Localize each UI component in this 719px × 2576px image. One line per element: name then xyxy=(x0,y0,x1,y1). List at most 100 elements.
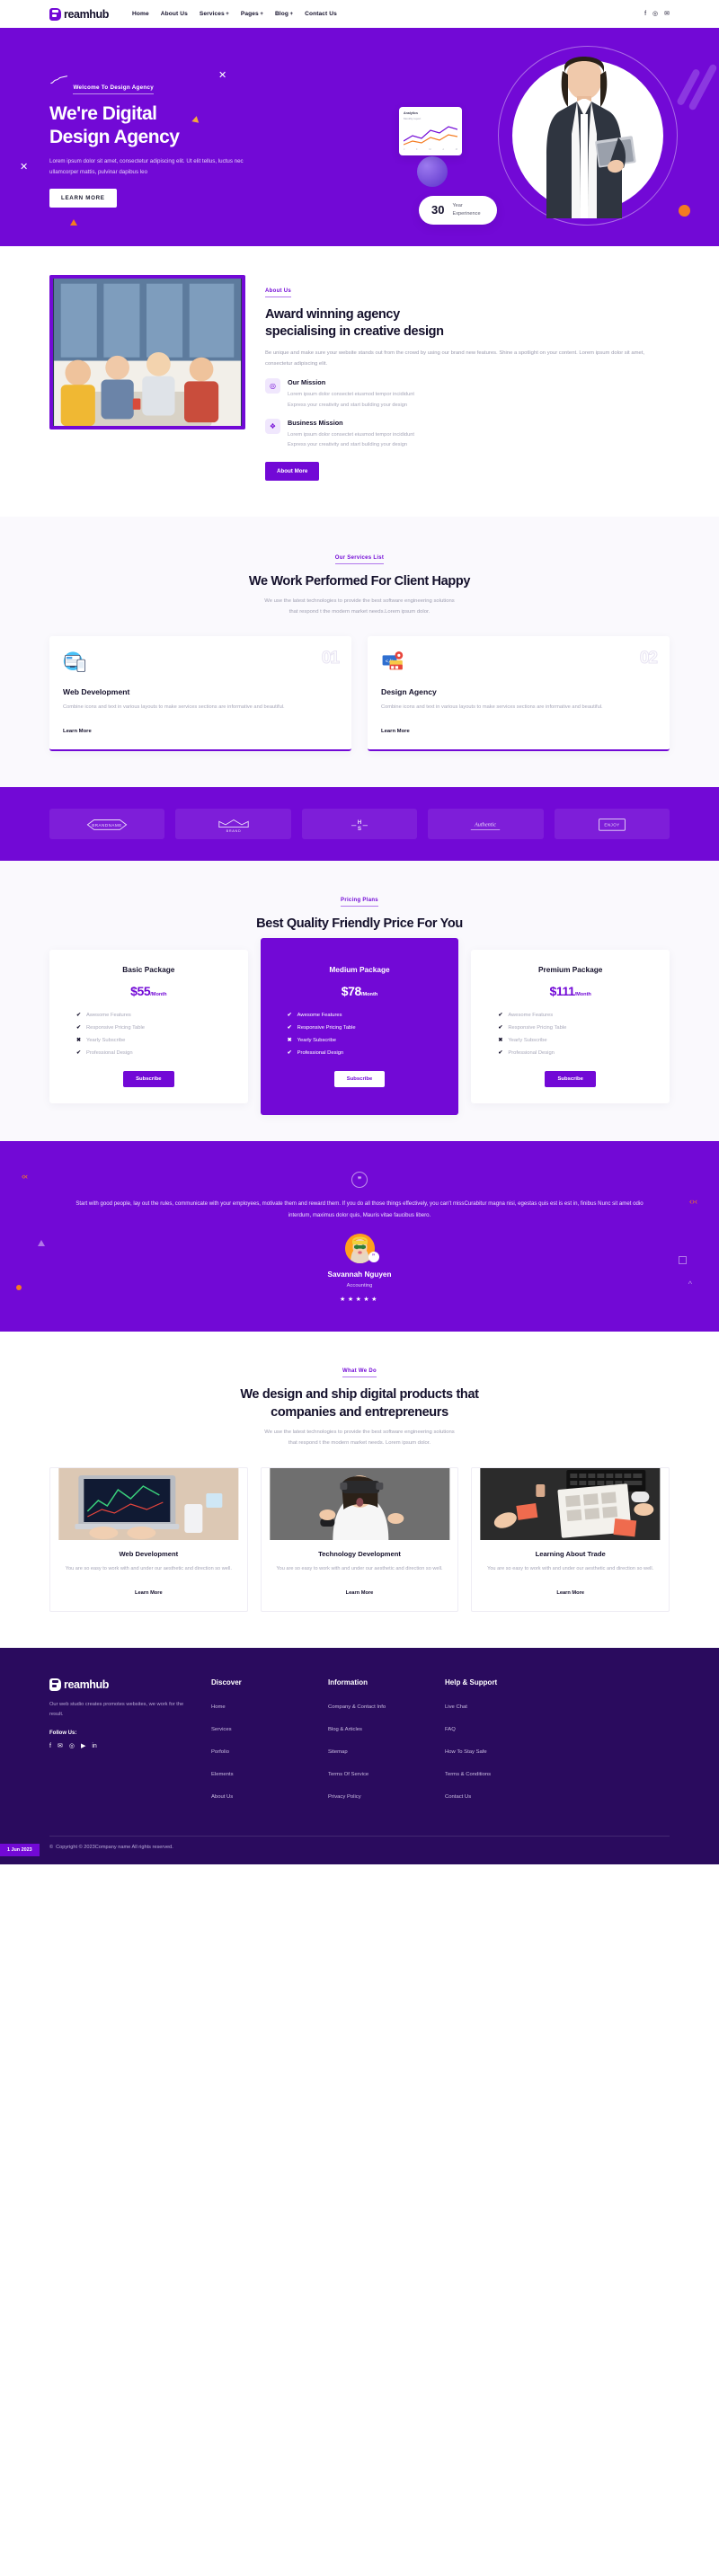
footer-link[interactable]: Live Chat xyxy=(445,1704,467,1710)
plan-feature: ✖ Yearly Subscribe xyxy=(76,1037,126,1044)
plan-amount: 78 xyxy=(348,984,361,999)
brand-logo[interactable]: reamhub xyxy=(49,7,109,21)
facebook-icon[interactable]: f xyxy=(49,1743,51,1749)
footer-link[interactable]: Sitemap xyxy=(328,1749,348,1755)
linkedin-icon[interactable]: in xyxy=(92,1743,96,1749)
blog-thumbnail-learning-about-trade xyxy=(472,1467,669,1540)
blog-sub-line-2: that respond t the modern market needs. … xyxy=(288,1440,431,1447)
footer-link[interactable]: FAQ xyxy=(445,1727,456,1732)
plan-currency: $ xyxy=(549,984,557,999)
twitter-icon[interactable]: ✉ xyxy=(664,11,670,17)
subscribe-button[interactable]: Subscribe xyxy=(123,1071,174,1088)
testimonial-author-name: Savannah Nguyen xyxy=(327,1270,392,1279)
footer-link-item: Company & Contact Info xyxy=(328,1696,418,1713)
footer-link[interactable]: Services xyxy=(211,1727,232,1732)
pricing-section: Pricing Plans Best Quality Friendly Pric… xyxy=(0,861,719,1142)
footer-description: Our web studio creates promotes websites… xyxy=(49,1701,184,1718)
blog-learn-more-link[interactable]: Learn More xyxy=(556,1590,584,1596)
footer-link[interactable]: Porfolio xyxy=(211,1749,229,1755)
nav-item-about-us[interactable]: About Us xyxy=(161,11,188,17)
footer-link-item: Terms & Conditions xyxy=(445,1764,535,1780)
footer-column-heading: Discover xyxy=(211,1677,242,1686)
brand-monogram-icon: H S xyxy=(351,819,368,832)
footer-link[interactable]: Elements xyxy=(211,1772,234,1777)
plan-price: $111/Month xyxy=(485,984,655,1000)
nav-item-home[interactable]: Home xyxy=(132,11,149,17)
footer-link[interactable]: Company & Contact Info xyxy=(328,1704,386,1710)
brand-name: reamhub xyxy=(64,7,109,21)
blog-learn-more-link[interactable]: Learn More xyxy=(135,1590,163,1596)
footer-column-heading: Help & Support xyxy=(445,1677,498,1686)
blog-card[interactable]: 1 Jun 2023 Technology Development You ar… xyxy=(0,1466,459,1856)
blog-thumbnail-technology-development xyxy=(262,1467,458,1540)
copyright-text: © Copyright © 2023Company name All right… xyxy=(49,1845,670,1850)
brand-crown-icon: BRAND xyxy=(217,819,249,833)
subscribe-button[interactable]: Subscribe xyxy=(333,1071,386,1088)
learn-more-button[interactable]: LEARN MORE xyxy=(49,189,117,208)
footer-brand-logo[interactable]: reamhub xyxy=(49,1677,184,1691)
testimonial-section: ‹›‹ ‹›‹ ^ ” Start with good people, lay … xyxy=(0,1141,719,1332)
footer-column-heading: Information xyxy=(328,1677,368,1686)
about-heading-line-2: specialising in creative design xyxy=(265,324,444,340)
mission-desc-line-1: Lorem ipsum dolor consectet eiusmod temp… xyxy=(288,392,414,398)
service-card[interactable]: 02 </> Design Agency Combine icons and t… xyxy=(368,636,670,752)
footer-link-item: About Us xyxy=(211,1786,301,1802)
service-learn-more-link[interactable]: Learn More xyxy=(381,729,410,734)
nav-item-contact-us[interactable]: Contact Us xyxy=(305,11,337,17)
hero-visual: 30 Year Experinence Analytics Monthly re… xyxy=(399,28,701,246)
squiggle-icon xyxy=(50,75,68,84)
brand-logo-item[interactable]: ENJOY xyxy=(554,809,670,840)
footer-link[interactable]: Terms Of Service xyxy=(328,1772,368,1777)
footer-link[interactable]: Privacy Policy xyxy=(328,1794,361,1800)
hero-kicker: Welcome To Design Agency xyxy=(73,84,154,94)
footer-link[interactable]: About Us xyxy=(211,1794,233,1800)
mission-description: Lorem ipsum dolor consectet eiusmod temp… xyxy=(288,430,414,450)
youtube-icon[interactable]: ▶ xyxy=(81,1743,85,1749)
brand-logo-item[interactable]: H S xyxy=(301,809,418,840)
footer-link-item: How To Stay Safe xyxy=(445,1741,535,1757)
subscribe-button[interactable]: Subscribe xyxy=(545,1071,596,1088)
about-more-button[interactable]: About More xyxy=(265,461,320,481)
footer-link[interactable]: Home xyxy=(211,1704,226,1710)
avatar-quote-badge: ” xyxy=(368,1252,379,1263)
twitter-icon[interactable]: ✉ xyxy=(58,1743,63,1749)
blog-card[interactable]: 1 Jun 2023 Learning About Trade You are … xyxy=(0,1466,670,1856)
brand-script-icon: Authentic xyxy=(471,821,501,830)
footer-divider xyxy=(49,1835,670,1837)
rating-stars: ★★★★★ xyxy=(340,1297,379,1304)
plus-icon: + xyxy=(289,11,294,17)
footer-link[interactable]: Terms & Conditions xyxy=(445,1772,491,1777)
cross-icon: ✖ xyxy=(76,1038,82,1044)
blog-card-description: You are so easy to work with and under o… xyxy=(276,1565,443,1571)
footer-link[interactable]: Blog & Articles xyxy=(328,1727,362,1732)
blog-card[interactable]: 1 Jun 2023 Web Development You are so ea… xyxy=(0,1466,248,1856)
blog-learn-more-link[interactable]: Learn More xyxy=(346,1590,374,1596)
nav-item-pages[interactable]: Pages + xyxy=(241,11,263,17)
footer-link-item: Elements xyxy=(211,1764,301,1780)
mission-item-business-mission: ❖ Business Mission Lorem ipsum dolor con… xyxy=(265,418,670,450)
service-card[interactable]: 01 Web Development Combine icons and tex… xyxy=(49,636,351,752)
hero-description: Lorem ipsum dolor sit amet, consectetur … xyxy=(49,158,244,175)
footer-link[interactable]: Contact Us xyxy=(445,1794,471,1800)
footer-link[interactable]: How To Stay Safe xyxy=(445,1749,487,1755)
instagram-icon[interactable]: ◎ xyxy=(652,11,658,17)
brand-logo-item[interactable]: BRAND xyxy=(175,809,291,840)
plus-icon: + xyxy=(260,11,263,17)
service-learn-more-link[interactable]: Learn More xyxy=(63,729,92,734)
nav-item-services[interactable]: Services + xyxy=(200,11,229,17)
plan-feature: ✔ Awesome Features xyxy=(76,1012,131,1019)
services-heading: We Work Performed For Client Happy xyxy=(248,573,471,589)
testimonial-text: Start with good people, lay out the rule… xyxy=(75,1200,644,1219)
analytics-card-subtitle: Monthly report xyxy=(404,117,422,120)
brand-logo-item[interactable]: BRANDNAME xyxy=(49,809,165,840)
plan-features: ✔ Awesome Features ✔ Responsive Pricing Ta… xyxy=(275,1012,445,1057)
brand-logo-item[interactable]: Authentic xyxy=(428,809,544,840)
instagram-icon[interactable]: ◎ xyxy=(69,1743,75,1749)
check-icon: ✔ xyxy=(287,1013,292,1019)
nav-item-blog[interactable]: Blog + xyxy=(275,11,293,17)
about-team-photo xyxy=(49,275,245,429)
brands-strip: BRANDNAME BRAND H S Authentic ENJOY xyxy=(0,787,719,862)
facebook-icon[interactable]: f xyxy=(644,11,646,17)
blog-thumbnail-web-development xyxy=(50,1467,247,1540)
blog-subtitle: We use the latest technologies to provid… xyxy=(49,1428,670,1449)
